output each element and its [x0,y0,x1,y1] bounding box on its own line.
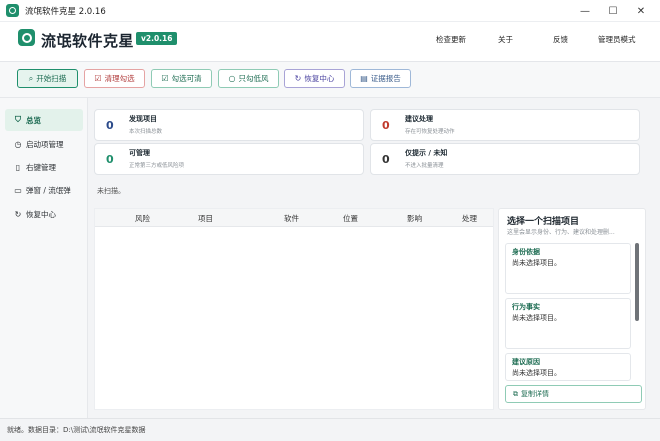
brand-logo-icon [18,29,35,46]
title-bar: 流氓软件克星 2.0.16 — ☐ ✕ [0,0,660,22]
maximize-button[interactable]: ☐ [598,0,628,22]
minimize-button[interactable]: — [570,0,600,22]
section-heading: 行为事实 [512,303,540,311]
detail-scrollbar[interactable] [635,243,639,321]
summary-card-manageable: 0 可管理 正常第三方或低风险项 [94,143,364,175]
brand-title: 流氓软件克星 [41,32,135,50]
card-description: 存在可恢复处理动作 [405,129,455,135]
report-icon: ▤ [360,74,368,83]
search-icon: ⌕ [28,73,34,83]
detail-title: 选择一个扫描项目 [507,217,580,227]
check-low-risk-button[interactable]: ○ 只勾低风 [218,69,279,88]
copy-details-button[interactable]: ⧉ 复制详情 [505,385,642,403]
summary-card-suggested: 0 建议处理 存在可恢复处理动作 [370,109,640,141]
feedback-link[interactable]: 反馈 [553,34,568,45]
app-header: 流氓软件克星 v2.0.16 检查更新 关于 反馈 管理员模式 [0,22,660,62]
summary-card-info: 0 仅提示 / 未知 不进入批量清理 [370,143,640,175]
toolbar: ⌕ 开始扫描 ☑ 清理勾选 ☑ 勾选可清 ○ 只勾低风 ↻ 恢复中心 ▤ 证据报… [0,62,660,98]
detail-section-reason: 建议原因 尚未选择项目。 [505,353,631,381]
check-cleanable-button[interactable]: ☑ 勾选可清 [151,69,212,88]
about-link[interactable]: 关于 [498,34,513,45]
detail-section-identity: 身份依据 尚未选择项目。 [505,243,631,294]
column-location[interactable]: 位置 [343,213,358,224]
sidebar-item-startup[interactable]: ◷ 启动项管理 [5,133,83,155]
check-update-link[interactable]: 检查更新 [436,34,466,45]
restore-icon: ↻ [14,209,22,219]
found-count: 0 [106,119,114,132]
section-body: 尚未选择项目。 [512,259,561,267]
card-title: 发现项目 [129,115,157,123]
manageable-count: 0 [106,153,114,166]
scan-status: 未扫描。 [97,187,125,195]
section-body: 尚未选择项目。 [512,369,561,377]
card-description: 不进入批量清理 [405,163,444,169]
section-body: 尚未选择项目。 [512,314,561,322]
section-heading: 身份依据 [512,248,540,256]
window-title: 流氓软件克星 2.0.16 [25,6,106,17]
detail-section-behavior: 行为事实 尚未选择项目。 [505,298,631,349]
column-item[interactable]: 项目 [198,213,213,224]
card-description: 正常第三方或低风险项 [129,163,185,169]
close-button[interactable]: ✕ [626,0,656,22]
info-count: 0 [382,153,390,166]
recovery-center-button[interactable]: ↻ 恢复中心 [284,69,345,88]
clean-checked-button[interactable]: ☑ 清理勾选 [84,69,145,88]
app-logo-icon [6,4,19,17]
summary-card-found: 0 发现项目 本次扫描总数 [94,109,364,141]
clock-icon: ◷ [14,139,22,149]
column-impact[interactable]: 影响 [407,213,422,224]
card-title: 建议处理 [405,115,433,123]
card-title: 仅提示 / 未知 [405,149,448,157]
main-panel: 0 发现项目 本次扫描总数 0 建议处理 存在可恢复处理动作 0 可管理 正常第… [88,98,660,418]
sidebar: ⛉ 总览 ◷ 启动项管理 ▯ 右键管理 ▭ 弹窗 / 流氓弹 ↻ 恢复中心 [0,98,88,418]
suggested-count: 0 [382,119,390,132]
table-header: 风险 项目 软件 位置 影响 处理 [95,209,493,227]
column-software[interactable]: 软件 [284,213,299,224]
sidebar-item-recovery[interactable]: ↻ 恢复中心 [5,203,83,225]
window-icon: ▭ [14,185,22,195]
restore-icon: ↻ [294,74,302,83]
scan-results-table[interactable]: 风险 项目 软件 位置 影响 处理 [94,208,494,410]
detail-panel: 选择一个扫描项目 这里会显示身份、行为、建议和处理删... 身份依据 尚未选择项… [498,208,646,410]
sidebar-item-popups[interactable]: ▭ 弹窗 / 流氓弹 [5,179,83,201]
column-action[interactable]: 处理 [462,213,477,224]
version-badge: v2.0.16 [136,32,178,45]
admin-mode-link[interactable]: 管理员模式 [598,34,636,45]
checkbox-icon: ☑ [161,74,169,83]
card-title: 可管理 [129,149,150,157]
file-icon: ▯ [15,162,21,172]
sidebar-item-context-menu[interactable]: ▯ 右键管理 [5,156,83,178]
circle-icon: ○ [228,74,236,83]
status-bar: 就绪。数据目录：D:\测试\流氓软件克星数据 [0,418,660,441]
column-risk[interactable]: 风险 [135,213,150,224]
shield-icon: ⛉ [15,115,21,124]
card-description: 本次扫描总数 [129,129,163,135]
detail-subtitle: 这里会显示身份、行为、建议和处理删... [507,229,615,236]
section-heading: 建议原因 [512,358,540,366]
sidebar-item-overview[interactable]: ⛉ 总览 [5,109,83,131]
checkbox-icon: ☑ [94,74,102,83]
copy-icon: ⧉ [513,389,518,398]
evidence-report-button[interactable]: ▤ 证据报告 [350,69,411,88]
start-scan-button[interactable]: ⌕ 开始扫描 [17,69,78,88]
